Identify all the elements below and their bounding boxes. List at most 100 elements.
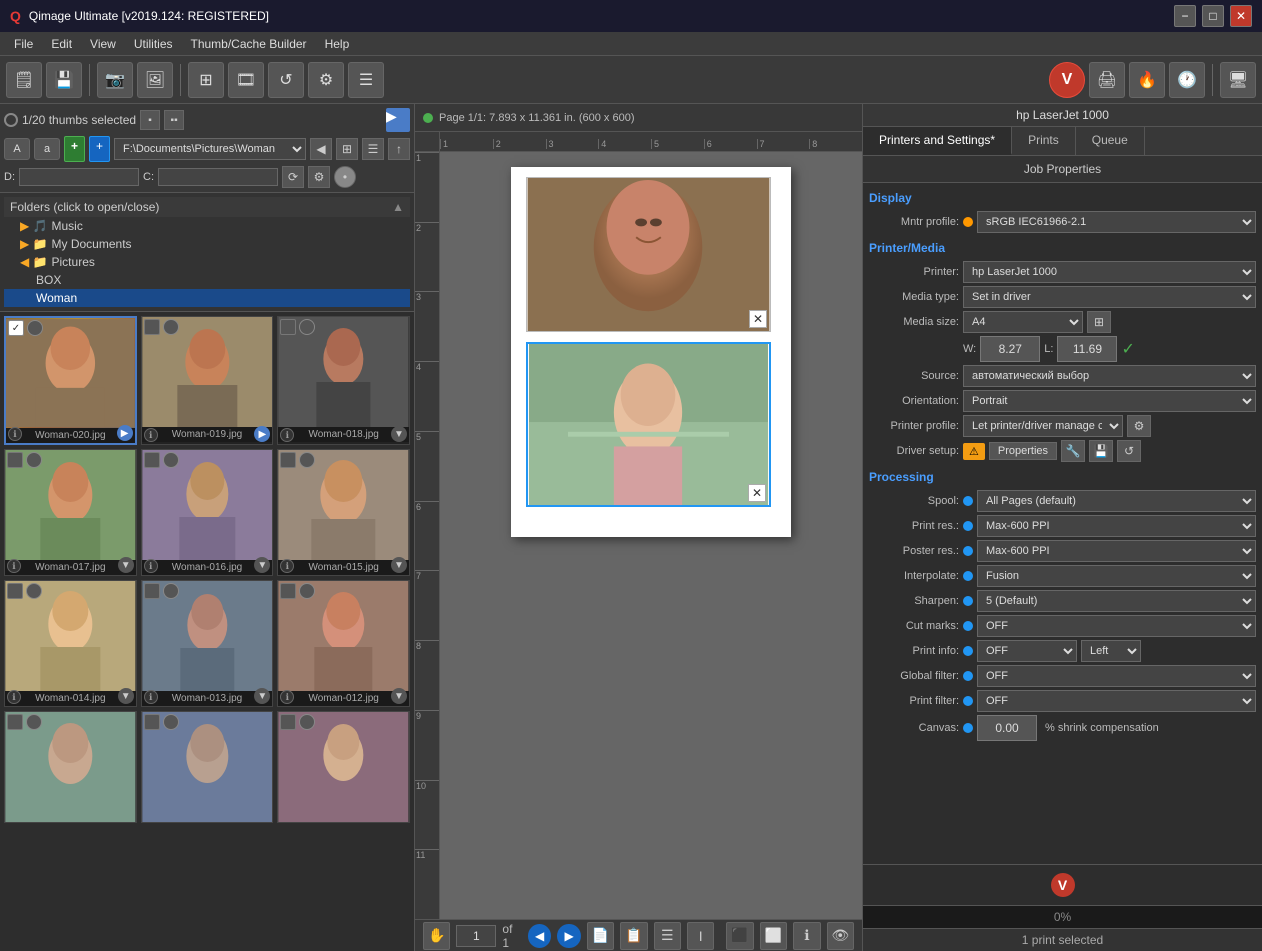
driver-icon2[interactable]: 💾 [1089, 440, 1113, 462]
thumb-item-019[interactable]: ℹ ▶ Woman-019.jpg [141, 316, 274, 445]
media-size-expand[interactable]: ⊞ [1087, 311, 1111, 333]
printer-profile-select[interactable]: Let printer/driver manage color [963, 415, 1123, 437]
thumb-r2-check[interactable] [144, 714, 160, 730]
w-input[interactable] [980, 336, 1040, 362]
info-icon-019[interactable]: ℹ [144, 428, 158, 442]
info-btn[interactable]: ℹ [793, 922, 820, 950]
thumb-item-r2[interactable] [141, 711, 274, 823]
l-input[interactable] [1057, 336, 1117, 362]
folder-woman[interactable]: Woman [4, 289, 410, 307]
info-icon-012[interactable]: ℹ [280, 690, 294, 704]
amazon-btn[interactable]: a [34, 138, 60, 160]
thumb-015-check[interactable] [280, 452, 296, 468]
toolbar-clock[interactable]: 🕐 [1169, 62, 1205, 98]
thumb-item-015[interactable]: ℹ ▼ Woman-015.jpg [277, 449, 410, 576]
print-info-select[interactable]: OFF [977, 640, 1077, 662]
nav-next[interactable]: ▶ [557, 924, 580, 948]
print-res-select[interactable]: Max-600 PPI [977, 515, 1256, 537]
toolbar-list[interactable]: ☰ [348, 62, 384, 98]
font-btn[interactable]: A [4, 138, 30, 160]
poster-res-select[interactable]: Max-600 PPI [977, 540, 1256, 562]
tab-printers-settings[interactable]: Printers and Settings* [863, 127, 1012, 155]
thumb-012-arrow[interactable]: ▼ [391, 688, 407, 704]
thumb-015-arrow[interactable]: ▼ [391, 557, 407, 573]
cut-marks-select[interactable]: OFF [977, 615, 1256, 637]
folder-music[interactable]: ▶ 🎵 Music [4, 217, 410, 235]
drive-d-input[interactable] [19, 168, 139, 186]
toolbar-settings[interactable]: ⚙ [308, 62, 344, 98]
info-icon-017[interactable]: ℹ [7, 559, 21, 573]
toolbar-images[interactable]: 🖼 [137, 62, 173, 98]
thumb-016-check[interactable] [144, 452, 160, 468]
thumb-013-check[interactable] [144, 583, 160, 599]
thumb-item-r3[interactable] [277, 711, 410, 823]
properties-button[interactable]: Properties [989, 442, 1057, 460]
thumb-item-016[interactable]: ℹ ▼ Woman-016.jpg [141, 449, 274, 576]
canvas-input[interactable] [977, 715, 1037, 741]
thumb-018-check[interactable] [280, 319, 296, 335]
nav-arrow[interactable]: ▶ [386, 108, 410, 132]
info-icon-013[interactable]: ℹ [144, 690, 158, 704]
thumb-item-012[interactable]: ℹ ▼ Woman-012.jpg [277, 580, 410, 707]
thumb-r3-check[interactable] [280, 714, 296, 730]
menu-utilities[interactable]: Utilities [126, 35, 181, 53]
thumb-radio[interactable] [4, 113, 18, 127]
photo1-close-btn[interactable]: ✕ [749, 310, 767, 328]
warning-button[interactable]: ⚠ [963, 443, 985, 460]
toolbar-camera[interactable]: 📷 [97, 62, 133, 98]
toolbar-save[interactable]: 💾 [46, 62, 82, 98]
drive-settings[interactable]: ⚙ [308, 166, 330, 188]
tab-queue[interactable]: Queue [1076, 127, 1145, 155]
toolbar-fire[interactable]: 🔥 [1129, 62, 1165, 98]
nav-prev[interactable]: ◀ [528, 924, 551, 948]
drive-refresh[interactable]: ⟳ [282, 166, 304, 188]
info-icon-020[interactable]: ℹ [8, 427, 22, 441]
spool-select[interactable]: All Pages (default) [977, 490, 1256, 512]
folder-pictures[interactable]: ◀ 📁 Pictures [4, 253, 410, 271]
page-input[interactable] [456, 925, 496, 947]
source-select[interactable]: автоматический выбор [963, 365, 1256, 387]
thumb-012-check[interactable] [280, 583, 296, 599]
export-btn[interactable]: ⬛ [726, 922, 753, 950]
toolbar-rotate[interactable]: ↺ [268, 62, 304, 98]
mntr-profile-select[interactable]: sRGB IEC61966-2.1 [977, 211, 1256, 233]
path-back[interactable]: ◀ [310, 138, 332, 160]
copy-btn[interactable]: ⬜ [760, 922, 787, 950]
interpolate-select[interactable]: Fusion [977, 565, 1256, 587]
folder-mydocs[interactable]: ▶ 📁 My Documents [4, 235, 410, 253]
tab-prints[interactable]: Prints [1012, 127, 1076, 155]
thumb-017-arrow[interactable]: ▼ [118, 557, 134, 573]
add-btn2[interactable]: + [89, 136, 110, 162]
thumb-r1-check[interactable] [7, 714, 23, 730]
toolbar-print[interactable]: 🖨 [1089, 62, 1125, 98]
thumb-item-020[interactable]: ✓ ℹ ▶ Woman-020.jpg [4, 316, 137, 445]
path-select[interactable]: F:\Documents\Pictures\Woman [114, 138, 306, 160]
thumb-014-check[interactable] [7, 583, 23, 599]
print-info-pos-select[interactable]: Left [1081, 640, 1141, 662]
menu-edit[interactable]: Edit [43, 35, 80, 53]
path-list[interactable]: ☰ [362, 138, 384, 160]
info-icon-015[interactable]: ℹ [280, 559, 294, 573]
thumb-017-check[interactable] [7, 452, 23, 468]
view-large[interactable]: ▪▪ [164, 110, 184, 130]
driver-icon3[interactable]: ↺ [1117, 440, 1141, 462]
preview-canvas[interactable]: ✕ ✕ [440, 152, 862, 919]
drive-c-input[interactable] [158, 168, 278, 186]
wl-checkmark[interactable]: ✓ [1121, 339, 1134, 359]
global-filter-select[interactable]: OFF [977, 665, 1256, 687]
info-icon-016[interactable]: ℹ [144, 559, 158, 573]
thumb-item-017[interactable]: ℹ ▼ Woman-017.jpg [4, 449, 137, 576]
info-icon-018[interactable]: ℹ [280, 428, 294, 442]
minimize-button[interactable]: − [1174, 5, 1196, 27]
path-split[interactable]: ⊞ [336, 138, 358, 160]
menu-help[interactable]: Help [317, 35, 358, 53]
thumb-020-arrow[interactable]: ▶ [117, 425, 133, 441]
media-type-select[interactable]: Set in driver [963, 286, 1256, 308]
printer-profile-settings[interactable]: ⚙ [1127, 415, 1151, 437]
folder-box[interactable]: BOX [4, 271, 410, 289]
thumb-018-arrow[interactable]: ▼ [391, 426, 407, 442]
toolbar-film[interactable]: 🎞 [228, 62, 264, 98]
thumb-item-r1[interactable] [4, 711, 137, 823]
toolbar-monitor[interactable]: 🖥 [1220, 62, 1256, 98]
orientation-select[interactable]: Portrait [963, 390, 1256, 412]
